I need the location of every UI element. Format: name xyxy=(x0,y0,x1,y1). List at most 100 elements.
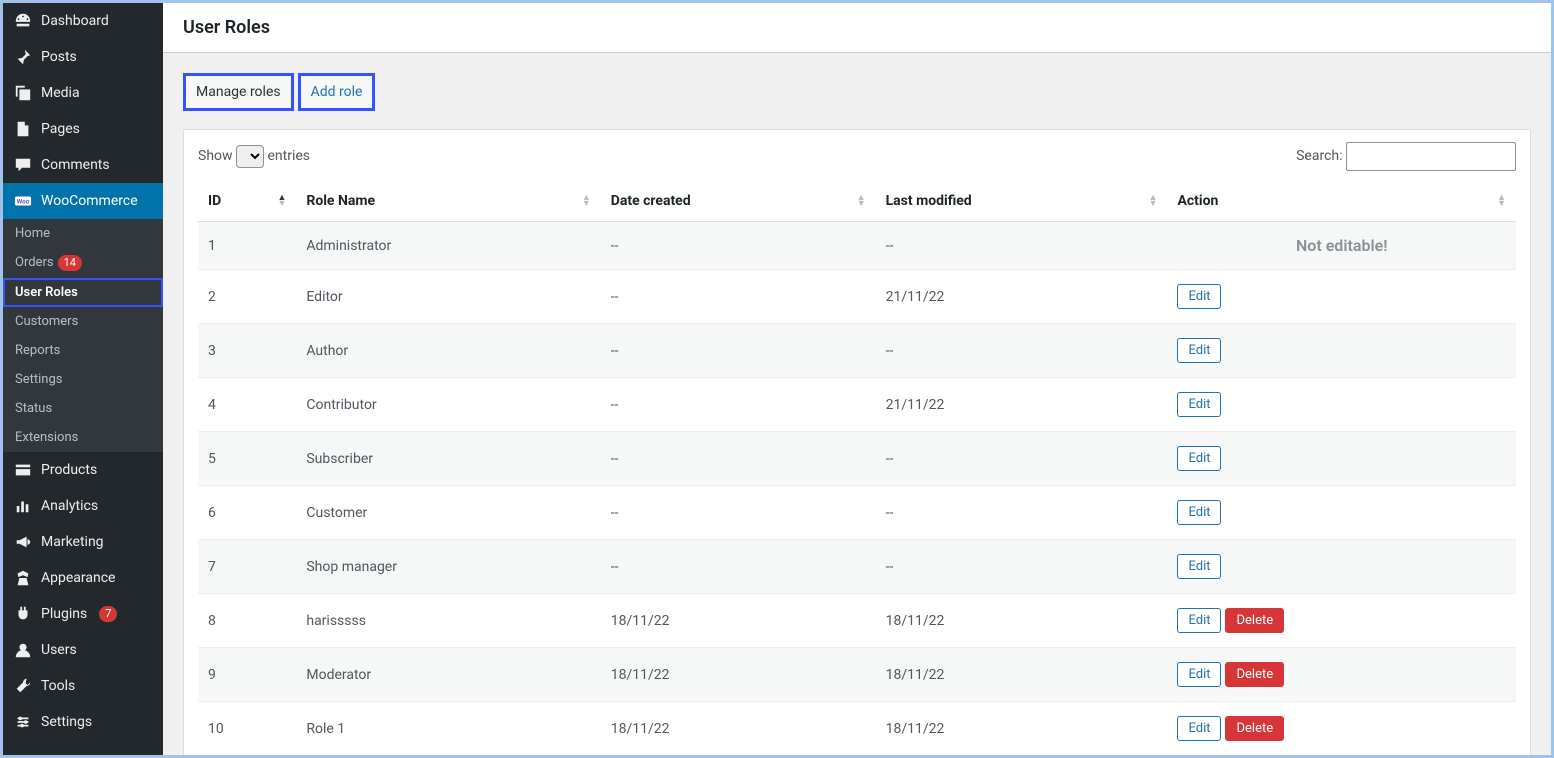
column-id[interactable]: ID▲▼ xyxy=(198,181,296,222)
badge: 14 xyxy=(58,255,82,271)
edit-button[interactable]: Edit xyxy=(1177,662,1221,687)
sidebar-item-tools[interactable]: Tools xyxy=(3,668,163,704)
sidebar-item-label: Marketing xyxy=(41,534,104,550)
cell-action: Edit xyxy=(1167,540,1516,594)
cell-modified: -- xyxy=(876,222,1168,270)
sidebar-item-users[interactable]: Users xyxy=(3,632,163,668)
sidebar-subitem-label: Reports xyxy=(15,343,60,358)
sidebar-item-label: Analytics xyxy=(41,498,98,514)
edit-button[interactable]: Edit xyxy=(1177,284,1221,309)
delete-button[interactable]: Delete xyxy=(1225,608,1284,633)
edit-button[interactable]: Edit xyxy=(1177,338,1221,363)
sidebar-item-marketing[interactable]: Marketing xyxy=(3,524,163,560)
column-action[interactable]: Action▲▼ xyxy=(1167,181,1516,222)
sidebar-item-woocommerce[interactable]: Woo WooCommerce xyxy=(3,183,163,219)
cell-action: Edit xyxy=(1167,324,1516,378)
cell-name: Customer xyxy=(296,486,600,540)
table-row: 5Subscriber----Edit xyxy=(198,432,1516,486)
cell-modified: 21/11/22 xyxy=(876,378,1168,432)
cell-id: 2 xyxy=(198,270,296,324)
cell-name: Administrator xyxy=(296,222,600,270)
sidebar-subitem-customers[interactable]: Customers xyxy=(3,307,163,336)
page-header: User Roles xyxy=(163,3,1551,53)
cell-id: 10 xyxy=(198,702,296,756)
sidebar-subitem-extensions[interactable]: Extensions xyxy=(3,423,163,452)
sidebar-subitem-orders[interactable]: Orders 14 xyxy=(3,248,163,278)
column-last-modified[interactable]: Last modified▲▼ xyxy=(876,181,1168,222)
table-row: 8harisssss18/11/2218/11/22EditDelete xyxy=(198,594,1516,648)
delete-button[interactable]: Delete xyxy=(1225,716,1284,741)
sidebar-subitem-label: Orders xyxy=(15,255,54,270)
entries-select[interactable]: 10 xyxy=(236,145,264,168)
edit-button[interactable]: Edit xyxy=(1177,500,1221,525)
sidebar-item-label: Posts xyxy=(41,49,77,65)
sidebar-item-label: Products xyxy=(41,462,97,478)
cell-name: Editor xyxy=(296,270,600,324)
cell-created: -- xyxy=(601,378,876,432)
search-input[interactable] xyxy=(1346,142,1516,171)
sidebar-subitem-label: User Roles xyxy=(15,285,78,300)
sidebar-item-label: Tools xyxy=(41,678,75,694)
settings-icon xyxy=(13,712,33,732)
delete-button[interactable]: Delete xyxy=(1225,662,1284,687)
comments-icon xyxy=(13,155,33,175)
woo-icon: Woo xyxy=(13,191,33,211)
cell-action: EditDelete xyxy=(1167,648,1516,702)
sidebar-item-posts[interactable]: Posts xyxy=(3,39,163,75)
tab-add-role[interactable]: Add role xyxy=(298,73,376,111)
cell-action: Not editable! xyxy=(1167,222,1516,270)
sidebar-subitem-label: Settings xyxy=(15,372,62,387)
show-label: Show xyxy=(198,148,233,164)
badge: 7 xyxy=(99,606,117,622)
cell-created: 18/11/22 xyxy=(601,648,876,702)
appearance-icon xyxy=(13,568,33,588)
cell-action: Edit xyxy=(1167,486,1516,540)
cell-id: 7 xyxy=(198,540,296,594)
edit-button[interactable]: Edit xyxy=(1177,392,1221,417)
search-label: Search: xyxy=(1296,148,1342,164)
sidebar-subitem-user-roles[interactable]: User Roles xyxy=(3,278,163,307)
plugins-icon xyxy=(13,604,33,624)
cell-action: EditDelete xyxy=(1167,702,1516,756)
sidebar-item-dashboard[interactable]: Dashboard xyxy=(3,3,163,39)
edit-button[interactable]: Edit xyxy=(1177,446,1221,471)
sidebar-subitem-reports[interactable]: Reports xyxy=(3,336,163,365)
sidebar-item-products[interactable]: Products xyxy=(3,452,163,488)
sidebar-item-label: WooCommerce xyxy=(41,193,138,209)
column-date-created[interactable]: Date created▲▼ xyxy=(601,181,876,222)
sidebar-subitem-home[interactable]: Home xyxy=(3,219,163,248)
column-label: Last modified xyxy=(886,193,972,209)
sidebar-subitem-label: Status xyxy=(15,401,52,416)
sidebar-item-analytics[interactable]: Analytics xyxy=(3,488,163,524)
sidebar-subitem-settings[interactable]: Settings xyxy=(3,365,163,394)
search-control: Search: xyxy=(1296,142,1516,171)
cell-name: harisssss xyxy=(296,594,600,648)
sidebar-item-comments[interactable]: Comments xyxy=(3,147,163,183)
table-row: 2Editor--21/11/22Edit xyxy=(198,270,1516,324)
page-title: User Roles xyxy=(183,17,1531,38)
cell-modified: -- xyxy=(876,540,1168,594)
cell-modified: -- xyxy=(876,324,1168,378)
cell-modified: -- xyxy=(876,432,1168,486)
edit-button[interactable]: Edit xyxy=(1177,716,1221,741)
table-row: 1Administrator----Not editable! xyxy=(198,222,1516,270)
sort-icon: ▲▼ xyxy=(277,195,286,207)
cell-created: -- xyxy=(601,486,876,540)
cell-id: 3 xyxy=(198,324,296,378)
sidebar-item-appearance[interactable]: Appearance xyxy=(3,560,163,596)
dashboard-icon xyxy=(13,11,33,31)
edit-button[interactable]: Edit xyxy=(1177,608,1221,633)
sidebar-item-media[interactable]: Media xyxy=(3,75,163,111)
sidebar-subitem-status[interactable]: Status xyxy=(3,394,163,423)
sidebar-subitem-label: Customers xyxy=(15,314,78,329)
sidebar-item-plugins[interactable]: Plugins7 xyxy=(3,596,163,632)
sidebar-item-label: Settings xyxy=(41,714,92,730)
sidebar-item-pages[interactable]: Pages xyxy=(3,111,163,147)
tab-manage-roles[interactable]: Manage roles xyxy=(183,73,294,111)
cell-created: 18/11/22 xyxy=(601,594,876,648)
sidebar-item-settings[interactable]: Settings xyxy=(3,704,163,740)
cell-id: 4 xyxy=(198,378,296,432)
sidebar-item-label: Dashboard xyxy=(41,13,109,29)
edit-button[interactable]: Edit xyxy=(1177,554,1221,579)
column-role-name[interactable]: Role Name▲▼ xyxy=(296,181,600,222)
